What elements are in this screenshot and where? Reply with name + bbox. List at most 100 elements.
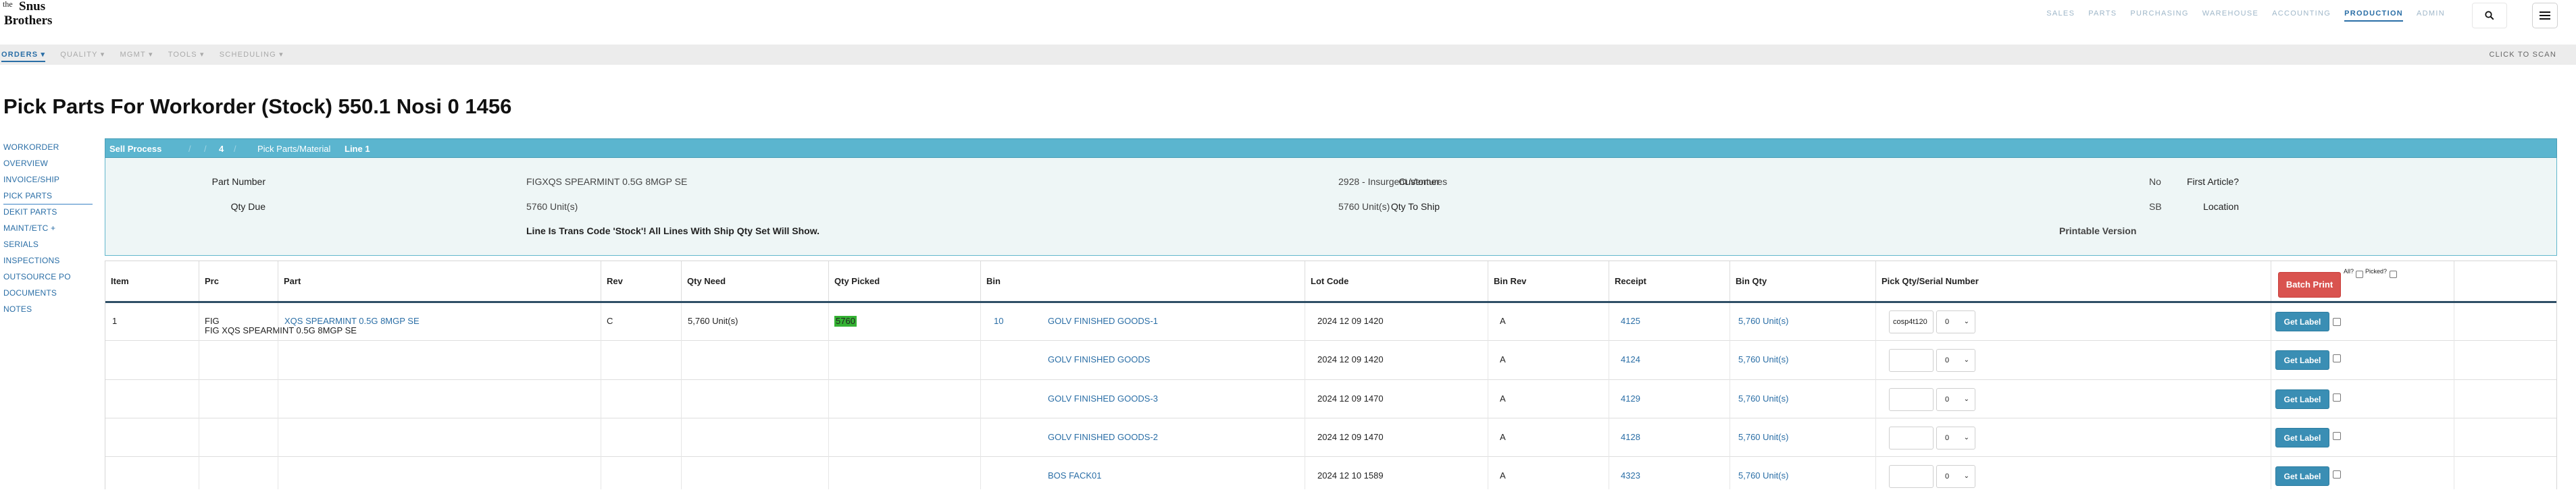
bin-qty-link[interactable]: 5,760 Unit(s) xyxy=(1738,316,1788,327)
get-label-button[interactable]: Get Label xyxy=(2275,428,2329,447)
sidebar-item-outsource-po[interactable]: OUTSOURCE PO xyxy=(3,269,93,285)
receipt-link[interactable]: 4124 xyxy=(1621,354,1640,365)
top-bar: the Snus Brothers SALES PARTS PURCHASING… xyxy=(0,0,2576,30)
picked-checkbox[interactable] xyxy=(2333,470,2341,479)
receipt-link[interactable]: 4128 xyxy=(1621,432,1640,443)
bin-qty-link[interactable]: 5,760 Unit(s) xyxy=(1738,354,1788,365)
pick-qty-input[interactable] xyxy=(1889,349,1934,372)
bin-link[interactable]: GOLV FINISHED GOODS-2 xyxy=(1048,432,1158,443)
pick-qty-select[interactable]: 0 ⌄ xyxy=(1936,427,1975,450)
nav-warehouse[interactable]: WAREHOUSE xyxy=(2196,9,2265,18)
sidebar-item-documents[interactable]: DOCUMENTS xyxy=(3,285,93,302)
subnav-tools[interactable]: TOOLS ▾ xyxy=(168,51,205,59)
company-logo[interactable]: the Snus Brothers xyxy=(3,0,70,30)
nav-sales[interactable]: SALES xyxy=(2040,9,2081,18)
batch-print-button[interactable]: Batch Print xyxy=(2278,272,2341,298)
lot-code: 2024 12 09 1470 xyxy=(1317,432,1384,442)
chevron-down-icon: ⌄ xyxy=(1963,318,1969,325)
sell-process-link[interactable]: Sell Process xyxy=(109,144,161,154)
process-step-number[interactable]: 4 xyxy=(219,144,224,154)
nav-admin[interactable]: ADMIN xyxy=(2410,9,2452,18)
process-current-step: Pick Parts/Material xyxy=(257,144,331,154)
subnav-orders[interactable]: ORDERS ▾ xyxy=(1,51,46,62)
customer-value: 2928 - Insurgent Ventures xyxy=(1338,176,1448,187)
bin-rev: A xyxy=(1500,316,1506,326)
pick-parts-table: Item Prc Part Rev Qty Need Qty Picked Bi… xyxy=(105,261,2557,489)
click-to-scan-link[interactable]: CLICK TO SCAN xyxy=(2489,51,2556,59)
sidebar-item-dekit-parts[interactable]: DEKIT PARTS xyxy=(3,205,93,221)
picked-checkbox[interactable] xyxy=(2333,354,2341,362)
column-divider xyxy=(681,303,682,489)
chevron-down-icon: ⌄ xyxy=(1963,434,1969,441)
receipt-link[interactable]: 4129 xyxy=(1621,393,1640,404)
sidebar-item-serials[interactable]: SERIALS xyxy=(3,237,93,253)
sidebar-item-workorder[interactable]: WORKORDER xyxy=(3,140,93,156)
col-extra xyxy=(2454,261,2556,301)
sidebar-item-inspections[interactable]: INSPECTIONS xyxy=(3,253,93,269)
menu-button[interactable] xyxy=(2532,3,2558,28)
sidebar-item-invoice-ship[interactable]: INVOICE/SHIP xyxy=(3,172,93,188)
bin-link[interactable]: GOLV FINISHED GOODS-1 xyxy=(1048,316,1158,327)
trans-code-notice: Line Is Trans Code 'Stock'! All Lines Wi… xyxy=(526,225,819,236)
get-label-button[interactable]: Get Label xyxy=(2275,389,2329,409)
qty-due-value: 5760 Unit(s) xyxy=(526,201,578,212)
bin-link[interactable]: BOS FACK01 xyxy=(1048,470,1101,481)
chevron-down-icon: ⌄ xyxy=(1963,396,1969,403)
get-label-button[interactable]: Get Label xyxy=(2275,312,2329,331)
nav-purchasing[interactable]: PURCHASING xyxy=(2123,9,2195,18)
bin-qty-link[interactable]: 5,760 Unit(s) xyxy=(1738,432,1788,443)
pick-qty-input[interactable] xyxy=(1889,427,1934,450)
location-label: Location xyxy=(2203,201,2239,212)
pick-qty-input[interactable] xyxy=(1889,388,1934,411)
sidebar-item-overview[interactable]: OVERVIEW xyxy=(3,156,93,172)
picked-checkbox[interactable] xyxy=(2333,393,2341,402)
receipt-link[interactable]: 4125 xyxy=(1621,316,1640,327)
pick-qty-input[interactable] xyxy=(1889,465,1934,488)
table-header: Item Prc Part Rev Qty Need Qty Picked Bi… xyxy=(105,261,2556,303)
col-lot-code: Lot Code xyxy=(1305,261,1488,301)
get-label-button[interactable]: Get Label xyxy=(2275,466,2329,486)
nav-production[interactable]: PRODUCTION xyxy=(2338,9,2410,22)
qty-need-value: 5,760 Unit(s) xyxy=(688,316,738,326)
nav-parts[interactable]: PARTS xyxy=(2081,9,2123,18)
table-row: BOS FACK01 2024 12 10 1589 A 4323 5,760 … xyxy=(105,457,2556,490)
bin-qty-link[interactable]: 5,760 Unit(s) xyxy=(1738,393,1788,404)
printable-version-link[interactable]: Printable Version xyxy=(2059,225,2136,236)
subnav-quality[interactable]: QUALITY ▾ xyxy=(60,51,105,59)
pick-qty-select[interactable]: 0 ⌄ xyxy=(1936,388,1975,411)
subnav-mgmt[interactable]: MGMT ▾ xyxy=(120,51,153,59)
search-button[interactable] xyxy=(2472,3,2507,28)
all-checkbox[interactable] xyxy=(2356,271,2363,278)
bin-count-link[interactable]: 10 xyxy=(994,316,1003,327)
nav-accounting[interactable]: ACCOUNTING xyxy=(2265,9,2338,18)
get-label-button[interactable]: Get Label xyxy=(2275,350,2329,370)
sidebar-item-notes[interactable]: NOTES xyxy=(3,302,93,318)
process-step-separator: / xyxy=(204,144,207,154)
picked-label: Picked? xyxy=(2365,268,2388,275)
process-step-separator: / xyxy=(234,144,236,154)
part-number-value: FIGXQS SPEARMINT 0.5G 8MGP SE xyxy=(526,176,688,187)
pick-qty-input[interactable] xyxy=(1889,310,1934,333)
col-receipt: Receipt xyxy=(1609,261,1729,301)
lot-code: 2024 12 09 1420 xyxy=(1317,316,1384,326)
bin-rev: A xyxy=(1500,470,1506,481)
sidebar-item-maint-etc[interactable]: MAINT/ETC + xyxy=(3,221,93,237)
receipt-link[interactable]: 4323 xyxy=(1621,470,1640,481)
column-divider xyxy=(1875,303,1876,489)
col-part: Part xyxy=(278,261,601,301)
sidebar-item-pick-parts[interactable]: PICK PARTS xyxy=(3,188,93,205)
column-divider xyxy=(1729,303,1730,489)
picked-checkbox[interactable] xyxy=(2333,432,2341,440)
pick-qty-select[interactable]: 0 ⌄ xyxy=(1936,349,1975,372)
pick-qty-select[interactable]: 0 ⌄ xyxy=(1936,465,1975,488)
pick-qty-select[interactable]: 0 ⌄ xyxy=(1936,310,1975,333)
picked-all-checkbox[interactable] xyxy=(2390,271,2397,278)
bin-link[interactable]: GOLV FINISHED GOODS-3 xyxy=(1048,393,1158,404)
chevron-down-icon: ⌄ xyxy=(1963,356,1969,364)
col-bin-rev: Bin Rev xyxy=(1488,261,1609,301)
subnav-scheduling[interactable]: SCHEDULING ▾ xyxy=(220,51,284,59)
bin-qty-link[interactable]: 5,760 Unit(s) xyxy=(1738,470,1788,481)
picked-checkbox[interactable] xyxy=(2333,318,2341,326)
col-item: Item xyxy=(111,276,129,286)
bin-link[interactable]: GOLV FINISHED GOODS xyxy=(1048,354,1150,365)
